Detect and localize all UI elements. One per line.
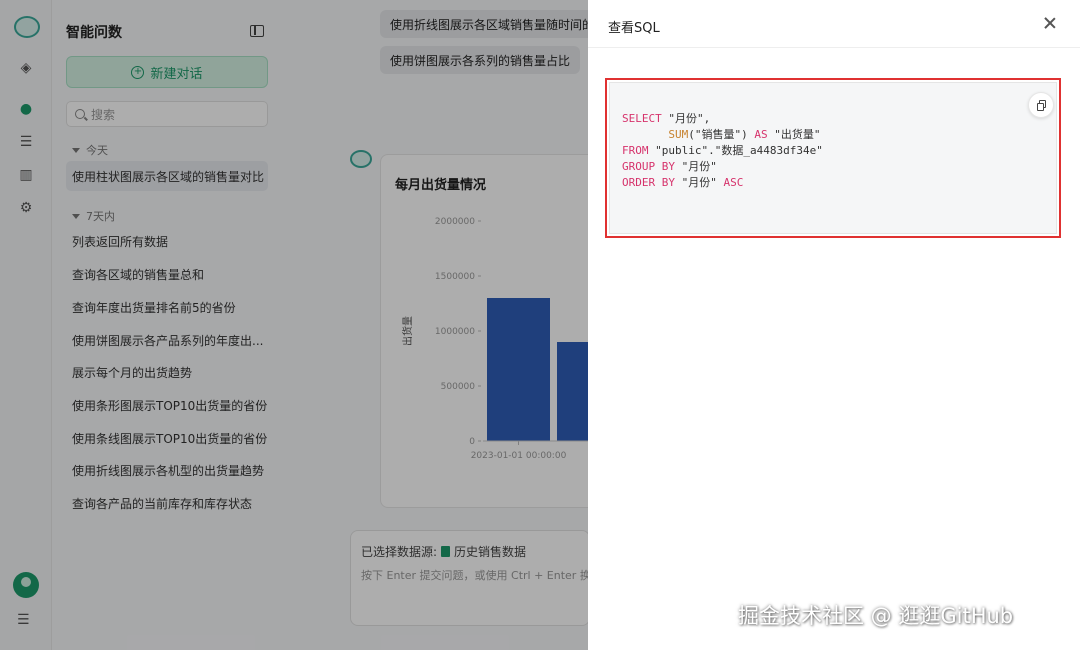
sql-token: "public"."数据_a4483df34e" — [648, 144, 823, 157]
sql-line: SUM("销售量") AS "出货量" — [622, 127, 823, 143]
sql-drawer: 查看SQL SELECT "月份", SUM("销售量") AS "出货量" FR… — [588, 0, 1080, 650]
sql-token: "月份", — [661, 112, 711, 125]
close-icon[interactable] — [1044, 17, 1056, 29]
sql-function: SUM — [668, 128, 689, 141]
sql-keyword: FROM — [622, 144, 649, 157]
sql-code-block: SELECT "月份", SUM("销售量") AS "出货量" FROM "pu… — [609, 82, 1057, 234]
sql-keyword: ORDER BY — [622, 176, 675, 189]
sql-token: "出货量" — [767, 128, 821, 141]
sql-code: SELECT "月份", SUM("销售量") AS "出货量" FROM "pu… — [622, 111, 823, 191]
sql-line: SELECT "月份", — [622, 111, 823, 127]
sql-token: "月份" — [674, 160, 717, 173]
sql-keyword: AS — [754, 128, 768, 141]
drawer-title: 查看SQL — [608, 21, 660, 36]
sql-keyword: ASC — [723, 176, 744, 189]
drawer-header: 查看SQL — [588, 0, 1080, 48]
sql-keyword: GROUP BY — [622, 160, 675, 173]
sql-highlight-frame: SELECT "月份", SUM("销售量") AS "出货量" FROM "pu… — [605, 78, 1061, 238]
sql-line: ORDER BY "月份" ASC — [622, 175, 823, 191]
sql-token: ("销售量") — [688, 128, 755, 141]
sql-line: FROM "public"."数据_a4483df34e" — [622, 143, 823, 159]
sql-line: GROUP BY "月份" — [622, 159, 823, 175]
sql-keyword: SELECT — [622, 112, 662, 125]
copy-button[interactable] — [1028, 92, 1054, 118]
sql-token: "月份" — [674, 176, 724, 189]
watermark: 掘金技术社区 @ 逛逛GitHub — [738, 604, 1014, 628]
